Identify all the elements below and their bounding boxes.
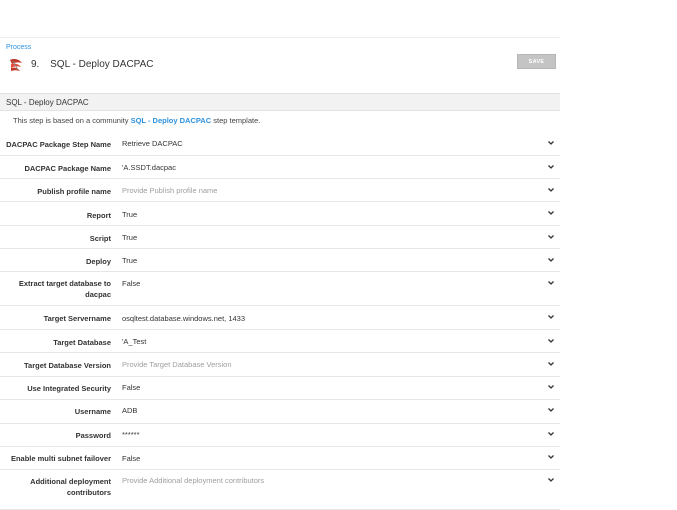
parameter-value[interactable]: ******	[122, 430, 140, 439]
template-link[interactable]: SQL - Deploy DACPAC	[131, 116, 212, 125]
intro-prefix: This step is based on a community	[13, 116, 129, 125]
parameter-row[interactable]: Report True	[0, 202, 560, 226]
parameter-label: Extract target database to dacpac	[18, 279, 111, 299]
chevron-down-icon[interactable]	[547, 453, 555, 461]
parameter-row[interactable]: DACPAC Package Step Name Retrieve DACPAC	[0, 131, 560, 156]
breadcrumb-process[interactable]: Process	[6, 44, 31, 51]
parameter-row[interactable]: DACPAC Package Name 'A.SSDT.dacpac	[0, 156, 560, 179]
step-title: 9. SQL - Deploy DACPAC	[31, 59, 154, 70]
parameter-row[interactable]: Publish profile name Provide Publish prof…	[0, 179, 560, 202]
chevron-down-icon[interactable]	[547, 139, 555, 147]
parameter-row[interactable]: Use Integrated Security False	[0, 377, 560, 400]
parameter-label: Deploy	[85, 257, 111, 266]
parameter-label: Additional deployment contributors	[30, 477, 111, 497]
parameter-value[interactable]: 'A_Test	[122, 337, 146, 346]
parameter-label: Use Integrated Security	[27, 384, 111, 393]
chevron-down-icon[interactable]	[547, 313, 555, 321]
parameter-value[interactable]: False	[122, 454, 140, 463]
parameter-label: Target Database	[53, 338, 111, 347]
parameter-label: Publish profile name	[37, 187, 111, 196]
chevron-down-icon[interactable]	[547, 233, 555, 241]
parameter-label: Target Database Version	[24, 361, 111, 370]
parameter-placeholder[interactable]: Provide Publish profile name	[122, 186, 217, 195]
parameter-row[interactable]: Enable multi subnet failover False	[0, 447, 560, 470]
step-number: 9.	[31, 59, 40, 70]
parameter-row[interactable]: Additional deployment contributors Provid…	[0, 470, 560, 510]
chevron-down-icon[interactable]	[547, 279, 555, 287]
parameter-label: Username	[74, 407, 111, 416]
parameter-value[interactable]: ADB	[122, 406, 137, 415]
parameter-value[interactable]: False	[122, 279, 140, 288]
section-title: SQL - Deploy DACPAC	[6, 98, 89, 107]
parameter-row[interactable]: Deploy True	[0, 249, 560, 272]
parameter-row[interactable]: Extract target database to dacpac False	[0, 272, 560, 306]
sql-server-icon	[10, 59, 22, 71]
chevron-down-icon[interactable]	[547, 163, 555, 171]
chevron-down-icon[interactable]	[547, 430, 555, 438]
chevron-down-icon[interactable]	[547, 383, 555, 391]
parameter-row[interactable]: Username ADB	[0, 400, 560, 424]
parameter-value[interactable]: osqltest.database.windows.net, 1433	[122, 314, 245, 323]
parameter-value[interactable]: True	[122, 256, 137, 265]
parameter-label: Script	[89, 234, 111, 243]
step-editor-panel: Process 9. SQL - Deploy DACPAC SAVE SQL …	[0, 0, 560, 510]
parameter-label: Password	[75, 431, 111, 440]
chevron-down-icon[interactable]	[547, 186, 555, 194]
intro-suffix: step template.	[213, 116, 261, 125]
parameter-value[interactable]: True	[122, 210, 137, 219]
save-button[interactable]: SAVE	[517, 54, 556, 69]
parameter-row[interactable]: Target Servername osqltest.database.windo…	[0, 306, 560, 330]
parameter-placeholder[interactable]: Provide Additional deployment contributo…	[122, 476, 264, 485]
parameter-row[interactable]: Target Database Version Provide Target Da…	[0, 353, 560, 377]
top-divider	[0, 37, 560, 38]
chevron-down-icon[interactable]	[547, 406, 555, 414]
parameter-label: Report	[86, 211, 111, 220]
parameter-value[interactable]: True	[122, 233, 137, 242]
chevron-down-icon[interactable]	[547, 476, 555, 484]
step-name: SQL - Deploy DACPAC	[50, 59, 154, 70]
parameter-value[interactable]: Retrieve DACPAC	[122, 139, 183, 148]
chevron-down-icon[interactable]	[547, 209, 555, 217]
parameter-placeholder[interactable]: Provide Target Database Version	[122, 360, 232, 369]
parameter-label: DACPAC Package Name	[24, 164, 111, 173]
parameter-value[interactable]: False	[122, 383, 140, 392]
parameter-row[interactable]: Target Database 'A_Test	[0, 330, 560, 353]
parameter-label: Enable multi subnet failover	[10, 454, 111, 463]
parameter-label: Target Servername	[43, 314, 111, 323]
parameter-row[interactable]: Password ******	[0, 424, 560, 447]
parameter-value[interactable]: 'A.SSDT.dacpac	[122, 163, 176, 172]
chevron-down-icon[interactable]	[547, 360, 555, 368]
section-header: SQL - Deploy DACPAC	[0, 93, 560, 111]
chevron-down-icon[interactable]	[547, 337, 555, 345]
chevron-down-icon[interactable]	[547, 256, 555, 264]
template-intro: This step is based on a community SQL - …	[13, 116, 260, 125]
parameter-label: DACPAC Package Step Name	[6, 140, 111, 149]
parameter-row[interactable]: Script True	[0, 226, 560, 249]
